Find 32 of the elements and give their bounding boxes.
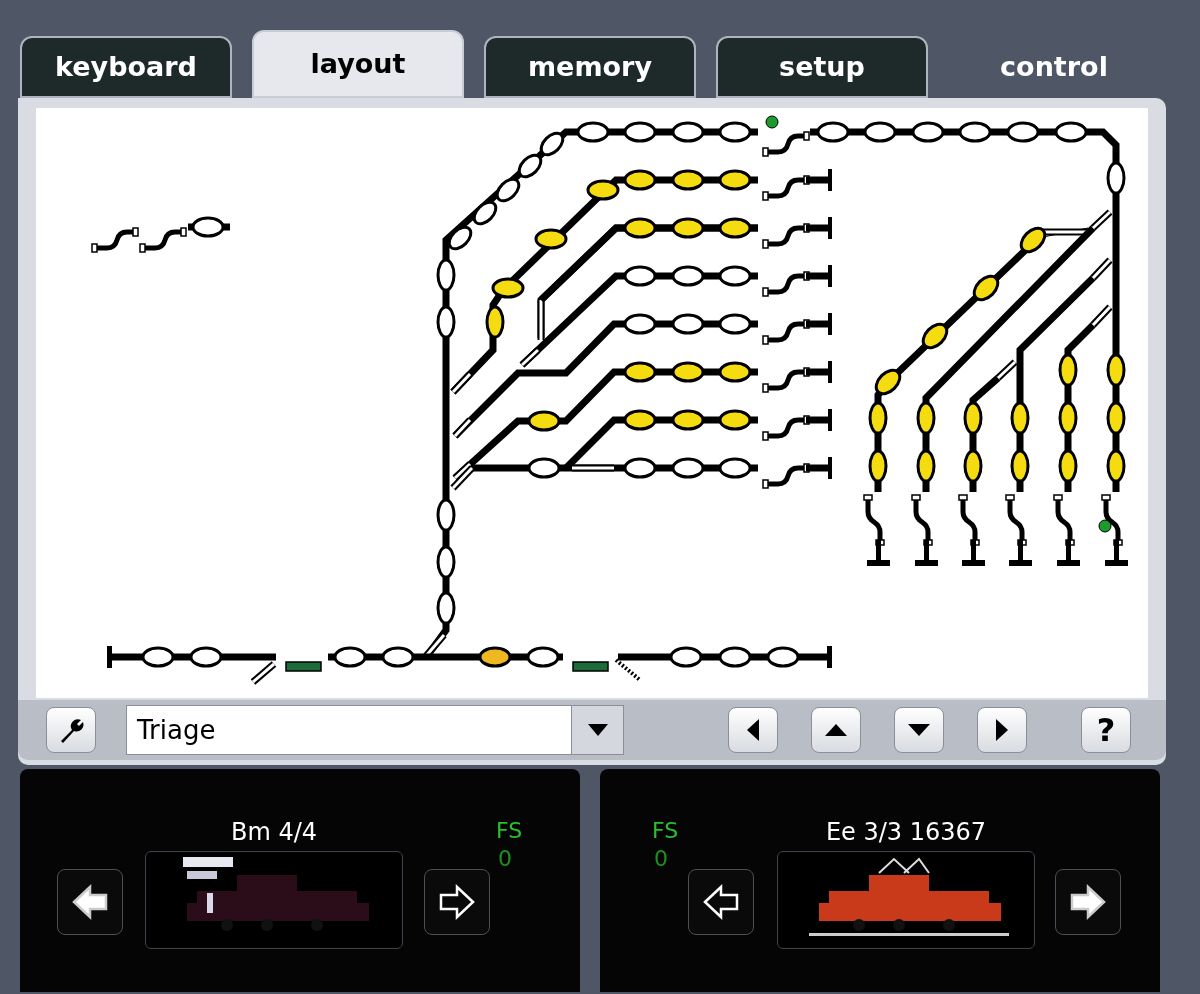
direction-right-button[interactable] [1055,869,1121,935]
arrow-right-icon [1070,884,1106,920]
loco-name: Bm 4/4 [230,817,318,848]
speed-label: FS [496,817,523,845]
scroll-right-button[interactable] [977,707,1027,753]
layout-select[interactable]: Triage [126,705,624,755]
dropdown-button[interactable] [571,706,623,754]
help-button[interactable]: ? [1081,707,1131,753]
arrow-down-icon [908,724,930,736]
tab[interactable]: control [948,36,1160,98]
scroll-left-button[interactable] [728,707,778,753]
speed-value: 0 [497,845,513,873]
arrow-right-icon [996,719,1008,741]
arrow-left-icon [72,884,108,920]
scroll-up-button[interactable] [811,707,861,753]
tab[interactable]: layout [252,30,464,98]
arrow-up-icon [825,724,847,736]
scroll-down-button[interactable] [894,707,944,753]
tab[interactable]: keyboard [20,36,232,98]
tab[interactable]: memory [484,36,696,98]
arrow-left-icon [703,884,739,920]
settings-button[interactable] [46,707,96,753]
loco-name: Ee 3/3 16367 [825,817,987,848]
arrow-left-icon [747,719,759,741]
tab[interactable]: setup [716,36,928,98]
caret-icon [587,724,608,736]
speed-label: FS [652,817,679,845]
direction-left-button[interactable] [57,869,123,935]
speed-value: 0 [653,845,669,873]
arrow-right-icon [439,884,475,920]
direction-right-button[interactable] [424,869,490,935]
direction-left-button[interactable] [688,869,754,935]
